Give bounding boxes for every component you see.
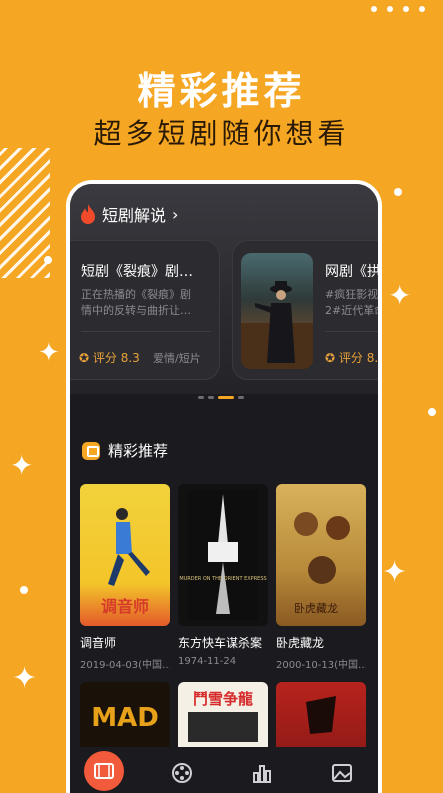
poster-title: 调音师 xyxy=(101,597,149,616)
commentary-card[interactable]: 短剧《裂痕》剧… 正在热播的《裂痕》剧 情中的反转与曲折让… ✪ 评分 8.3 … xyxy=(70,240,220,380)
card-title: 短剧《裂痕》剧… xyxy=(81,264,193,280)
movie-card[interactable]: 调音师 调音师 2019-04-03(中国… xyxy=(80,484,170,671)
movie-poster: MURDER ON THE ORIENT EXPRESS xyxy=(178,484,268,626)
commentary-section: 短剧解说 › 短剧《裂痕》剧… 正在热播的《裂痕》剧 情中的反转与曲折让… ✪ … xyxy=(70,184,378,394)
movie-name: 调音师 xyxy=(80,636,117,650)
sparkle-icon: ✦ xyxy=(38,338,60,368)
star-icon: ✪ xyxy=(79,351,90,365)
tab-home[interactable] xyxy=(84,751,124,791)
bottom-tab-bar xyxy=(70,747,378,793)
featured-header: 精彩推荐 xyxy=(82,440,168,461)
tab-gallery[interactable] xyxy=(328,759,356,787)
fire-icon xyxy=(81,204,95,224)
decor-dot xyxy=(44,256,52,264)
commentary-header[interactable]: 短剧解说 › xyxy=(80,202,178,226)
card-title: 网剧《拱 xyxy=(325,264,381,280)
movie-name: 卧虎藏龙 xyxy=(276,636,325,650)
phone-frame: 短剧解说 › 短剧《裂痕》剧… 正在热播的《裂痕》剧 情中的反转与曲折让… ✪ … xyxy=(66,180,382,793)
movie-card[interactable]: MURDER ON THE ORIENT EXPRESS 东方快车谋杀案 197… xyxy=(178,484,268,667)
tab-reel[interactable] xyxy=(168,759,196,787)
rating: ✪ 评分 8. xyxy=(325,351,379,365)
card-desc: #疯狂影视 xyxy=(325,288,379,301)
chevron-right-icon: › xyxy=(172,204,179,224)
rating: ✪ 评分 8.3 xyxy=(79,351,140,365)
poster-title: 鬥雪争龍 xyxy=(193,690,253,708)
movie-date: 2019-04-03(中国… xyxy=(80,660,170,671)
sparkle-icon: ✦ xyxy=(382,555,408,590)
decor-dot xyxy=(394,188,402,196)
card-desc: 正在热播的《裂痕》剧 xyxy=(81,288,191,301)
commentary-card[interactable]: 网剧《拱 #疯狂影视 2#近代革命 ✪ 评分 8. xyxy=(232,240,382,380)
poster-title: MAD xyxy=(91,703,159,733)
movie-name: 东方快车谋杀案 xyxy=(178,636,263,650)
movie-poster: 调音师 xyxy=(80,484,170,626)
card-poster xyxy=(241,253,313,369)
sparkle-icon: ✦ xyxy=(388,279,412,312)
poster-title: MURDER ON THE ORIENT EXPRESS xyxy=(179,576,266,582)
star-icon: ✪ xyxy=(325,351,336,365)
decor-dots xyxy=(371,6,425,12)
divider xyxy=(325,331,378,332)
movie-poster: 卧虎藏龙 xyxy=(276,484,366,626)
decor-dot xyxy=(428,408,436,416)
sparkle-icon: ✦ xyxy=(12,661,38,696)
decor-dot xyxy=(20,586,28,594)
tab-chart[interactable] xyxy=(248,759,276,787)
reel-icon xyxy=(172,763,192,783)
film-square-icon xyxy=(82,441,100,460)
chart-icon xyxy=(253,765,271,783)
featured-title: 精彩推荐 xyxy=(108,442,169,460)
hero-title: 精彩推荐 xyxy=(137,69,306,113)
card-tags: 爱情/短片 xyxy=(153,352,201,365)
movie-card[interactable]: 卧虎藏龙 卧虎藏龙 2000-10-13(中国… xyxy=(276,484,366,671)
sparkle-icon: ✦ xyxy=(10,449,34,482)
hero-subtitle: 超多短剧随你想看 xyxy=(93,117,350,150)
picture-icon xyxy=(332,764,352,782)
film-icon xyxy=(94,763,114,779)
carousel-pager xyxy=(198,396,244,399)
poster-title: 卧虎藏龙 xyxy=(294,602,338,615)
divider xyxy=(81,331,211,332)
movie-date: 1974-11-24 xyxy=(178,656,237,667)
card-desc: 2#近代革命 xyxy=(325,304,382,317)
card-desc: 情中的反转与曲折让… xyxy=(81,304,191,317)
decor-stripes xyxy=(0,148,50,278)
commentary-title: 短剧解说 xyxy=(102,206,167,225)
movie-date: 2000-10-13(中国… xyxy=(276,660,366,671)
